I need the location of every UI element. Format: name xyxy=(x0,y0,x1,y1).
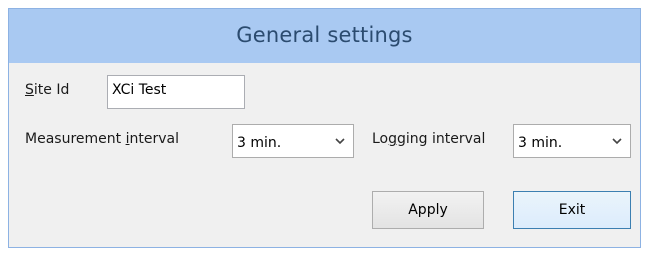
site-id-label-rest: ite Id xyxy=(33,82,70,98)
logging-interval-label-before: Lo xyxy=(372,131,389,147)
exit-button[interactable]: Exit xyxy=(513,191,631,229)
logging-interval-value: 3 min. xyxy=(518,135,563,151)
logging-interval-label-after: ging interval xyxy=(397,131,486,147)
site-id-label: Site Id xyxy=(25,82,69,98)
window-title: General settings xyxy=(236,23,413,47)
measurement-interval-label: Measurement interval xyxy=(25,131,179,147)
apply-button[interactable]: Apply xyxy=(372,191,484,229)
site-id-label-mnemonic: S xyxy=(25,82,34,98)
logging-interval-label: Logging interval xyxy=(372,131,485,147)
measurement-interval-label-after: nterval xyxy=(129,131,179,147)
measurement-interval-label-before: Measurement xyxy=(25,131,126,147)
chevron-down-icon xyxy=(612,138,622,145)
dialog-body: Site Id XCi Test Measurement interval 3 … xyxy=(17,63,632,239)
measurement-interval-select[interactable]: 3 min. xyxy=(232,124,354,158)
chevron-down-icon xyxy=(335,138,345,145)
site-id-input[interactable]: XCi Test xyxy=(107,75,245,109)
site-id-value: XCi Test xyxy=(112,82,167,98)
title-bar[interactable]: General settings xyxy=(9,9,640,63)
general-settings-dialog: General settings Site Id XCi Test Measur… xyxy=(8,8,641,248)
logging-interval-label-mnemonic: g xyxy=(388,131,398,147)
logging-interval-select[interactable]: 3 min. xyxy=(513,124,631,158)
measurement-interval-value: 3 min. xyxy=(237,135,282,151)
